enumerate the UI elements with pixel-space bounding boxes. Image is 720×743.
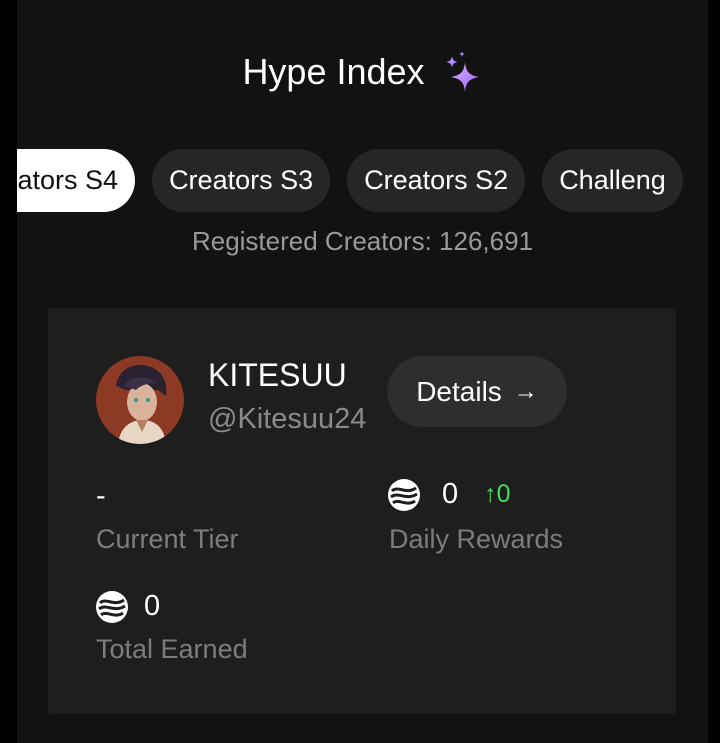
tab-challenges[interactable]: Challeng <box>542 149 683 212</box>
arrow-right-icon: → <box>513 377 538 405</box>
page-title: Hype Index <box>242 51 425 92</box>
tab-label: Creators S2 <box>364 165 509 195</box>
creator-card: KITESUU @Kitesuu24 Details → - Current T… <box>48 308 676 714</box>
tab-creators-s4[interactable]: Creators S4 <box>17 149 136 212</box>
registered-creators-count: Registered Creators: 126,691 <box>191 226 534 256</box>
token-icon <box>96 590 128 623</box>
daily-rewards-text: 0 <box>442 478 459 510</box>
app-container: Hype Index Creators S4 Creators S3 <box>17 0 708 743</box>
total-earned-value: 0 <box>96 590 160 623</box>
daily-rewards-label: Daily Rewards <box>389 524 564 554</box>
details-label: Details <box>416 375 502 407</box>
header: Hype Index <box>17 44 708 100</box>
current-tier-label: Current Tier <box>96 524 239 554</box>
daily-rewards-value: 0 ↑0 <box>388 478 511 511</box>
sparkle-icon <box>443 50 483 94</box>
tab-label: Challeng <box>559 165 666 195</box>
total-earned-label: Total Earned <box>96 634 248 664</box>
tab-creators-s3[interactable]: Creators S3 <box>152 149 331 212</box>
tab-creators-s2[interactable]: Creators S2 <box>347 149 526 212</box>
current-tier-text: - <box>96 480 106 512</box>
token-icon <box>388 478 420 511</box>
avatar <box>96 356 184 444</box>
daily-rewards-delta: ↑0 <box>484 480 511 508</box>
current-tier-value: - <box>96 480 106 513</box>
creator-handle: @Kitesuu24 <box>208 403 367 435</box>
season-tabs: Creators S4 Creators S3 Creators S2 Chal… <box>17 149 683 212</box>
tab-label: Creators S3 <box>169 165 314 195</box>
creator-name: KITESUU <box>208 357 347 393</box>
details-button[interactable]: Details → <box>387 356 567 427</box>
total-earned-text: 0 <box>144 590 161 622</box>
tab-label: Creators S4 <box>17 165 119 195</box>
